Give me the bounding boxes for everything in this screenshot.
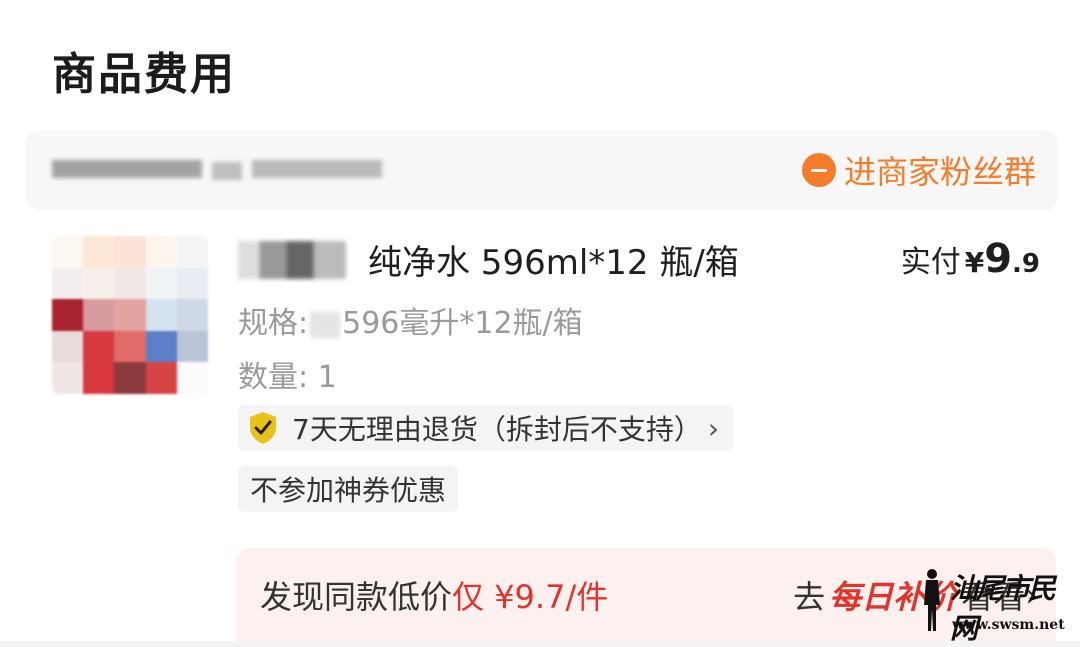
product-thumbnail[interactable] <box>52 236 208 394</box>
qty-label: 数量: <box>238 360 309 395</box>
price-decimal: .9 <box>1012 249 1040 279</box>
section-title: 商品费用 <box>52 49 236 100</box>
site-watermark: 汕尾市民网 www.swsm.net <box>916 565 1076 645</box>
price-integer: 9 <box>984 236 1013 282</box>
paid-price: 实付 ¥ 9 .9 <box>901 236 1040 282</box>
qty-value: 1 <box>317 360 337 395</box>
store-bar: 进商家粉丝群 <box>26 130 1058 210</box>
product-spec: 规格: 596毫升*12瓶/箱 <box>238 298 583 342</box>
found-low-price-text: 发现同款低价仅 ¥9.7/件 <box>260 572 608 618</box>
found-prefix: 发现同款低价 <box>260 578 453 616</box>
return-policy-text: 7天无理由退货（拆封后不支持） <box>292 413 702 446</box>
coupon-note-text: 不参加神券优惠 <box>250 474 447 507</box>
spec-value: 596毫升*12瓶/箱 <box>342 306 583 341</box>
go-prefix: 去 <box>793 578 826 616</box>
chat-icon <box>801 153 836 187</box>
chevron-right-icon: › <box>707 411 720 445</box>
brand-name-blurred <box>238 240 346 279</box>
order-card: 商品费用 进商家粉丝群 纯净水 596ml*12 瓶/箱 实付 ¥ 9 .9 规… <box>0 0 1080 645</box>
product-quantity: 数量: 1 <box>238 352 337 396</box>
fan-group-label: 进商家粉丝群 <box>843 153 1036 191</box>
product-name[interactable]: 纯净水 596ml*12 瓶/箱 <box>238 235 739 284</box>
coupon-note-tag: 不参加神券优惠 <box>238 466 459 512</box>
shield-check-icon <box>250 412 276 444</box>
return-policy-tag[interactable]: 7天无理由退货（拆封后不支持） › <box>238 405 734 451</box>
watermark-url: www.swsm.net <box>952 617 1065 633</box>
store-name-blurred <box>52 156 412 184</box>
price-label: 实付 <box>900 245 961 280</box>
watermark-text: 汕尾市民网 <box>950 572 1056 645</box>
price-currency: ¥ <box>964 246 985 279</box>
found-price: 仅 ¥9.7/件 <box>452 578 609 616</box>
join-fan-group-link[interactable]: 进商家粉丝群 <box>801 148 1036 192</box>
person-silhouette-icon <box>924 569 940 631</box>
spec-label: 规格: <box>238 306 309 341</box>
product-name-text: 纯净水 596ml*12 瓶/箱 <box>368 243 739 283</box>
